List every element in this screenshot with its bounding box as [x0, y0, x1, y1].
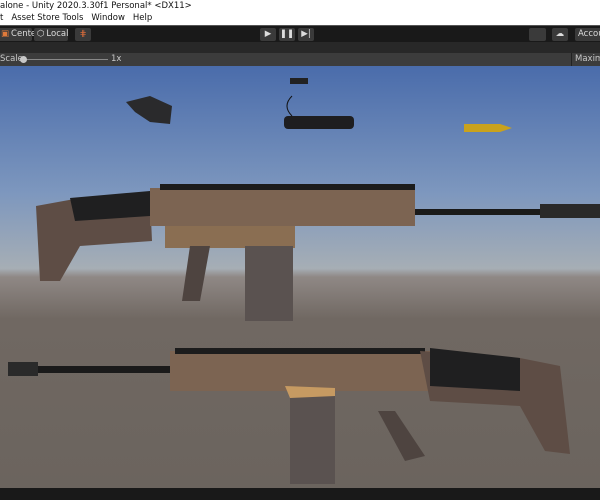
- window-title: alone - Unity 2020.3.30f1 Personal* <DX1…: [0, 0, 600, 12]
- pivot-center-button[interactable]: ▣ Center: [0, 28, 40, 41]
- menu-item-help[interactable]: Help: [133, 12, 152, 25]
- status-bar: [0, 488, 600, 500]
- play-icon: ▶: [264, 29, 272, 39]
- game-view-toolbar: Scale 1x Maximiz: [0, 53, 600, 66]
- cloud-icon: ☁: [555, 29, 565, 39]
- maximize-button[interactable]: Maximiz: [571, 53, 600, 66]
- menu-bar: t Asset Store Tools Window Help: [0, 12, 600, 25]
- grid-snap-button[interactable]: ⋕: [75, 28, 91, 41]
- rifle-top: [36, 184, 600, 321]
- scale-value: 1x: [111, 54, 122, 64]
- grid-icon: ⋕: [79, 29, 87, 39]
- step-button[interactable]: ▶|: [298, 28, 314, 41]
- menu-item-window[interactable]: Window: [91, 12, 125, 25]
- pivot-icon: ▣: [1, 29, 10, 39]
- cube-icon: ⬡: [37, 29, 45, 39]
- bullet: [464, 124, 512, 132]
- cloud-button[interactable]: ☁: [552, 28, 568, 41]
- sight-attachment: [126, 96, 172, 124]
- rifle-bottom: [8, 348, 570, 484]
- collab-button[interactable]: [529, 28, 546, 41]
- game-tab-bar: [0, 42, 600, 53]
- play-button[interactable]: ▶: [260, 28, 276, 41]
- menu-item-edit[interactable]: t: [0, 12, 3, 25]
- scale-slider[interactable]: [20, 56, 108, 63]
- scene-render: [8, 78, 600, 484]
- local-global-button[interactable]: ⬡ Local: [34, 28, 68, 41]
- account-button[interactable]: Accou: [575, 28, 600, 41]
- menu-item-asset-store-tools[interactable]: Asset Store Tools: [11, 12, 83, 25]
- step-icon: ▶|: [301, 29, 311, 39]
- game-viewport[interactable]: [0, 66, 600, 488]
- flashlight-attachment: [284, 78, 354, 129]
- pause-icon: ❚❚: [279, 29, 295, 39]
- scale-slider-handle[interactable]: [20, 56, 27, 63]
- main-toolbar: ▣Center ⬡Local ⋕ ▶ ❚❚ ▶| ☁ Accou: [0, 25, 600, 42]
- pause-button[interactable]: ❚❚: [279, 28, 295, 41]
